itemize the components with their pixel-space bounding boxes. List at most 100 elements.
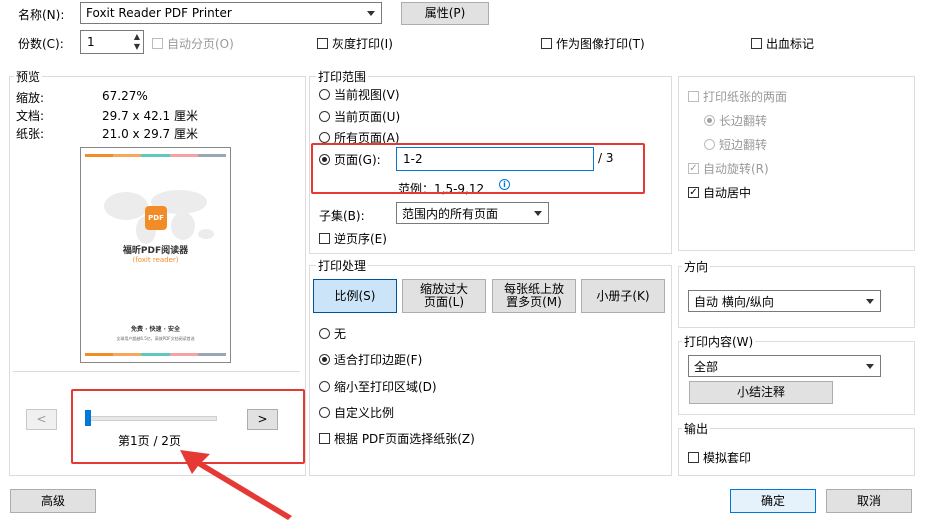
chevron-down-icon <box>866 364 874 369</box>
previous-page-button[interactable]: < <box>26 409 57 430</box>
radio-dot <box>319 89 330 100</box>
printer-name-label: 名称(N): <box>18 8 65 22</box>
subset-select[interactable]: 范围内的所有页面 <box>396 202 549 224</box>
tab-scale[interactable]: 比例(S) <box>313 279 397 313</box>
long-edge-radio[interactable]: 长边翻转 <box>704 112 767 129</box>
radio-dot <box>319 381 330 392</box>
checkbox-box <box>688 452 699 463</box>
copies-value: 1 <box>87 35 95 49</box>
thumbnail-subtitle: (foxit reader) <box>132 256 179 264</box>
summarize-comments-button[interactable]: 小结注释 <box>689 381 833 404</box>
cancel-button[interactable]: 取消 <box>826 489 912 513</box>
choose-paper-label: 根据 PDF页面选择纸张(Z) <box>334 432 475 446</box>
print-content-title: 打印内容(W) <box>682 333 756 350</box>
simulate-overprint-checkbox[interactable]: 模拟套印 <box>688 449 751 466</box>
thumbnail-tagline: 免费 · 快速 · 安全 <box>131 326 180 333</box>
simulate-overprint-label: 模拟套印 <box>703 451 752 465</box>
advanced-button[interactable]: 高级 <box>10 489 96 513</box>
current-page-radio[interactable]: 当前页面(U) <box>319 108 400 125</box>
chevron-down-icon[interactable]: ▼ <box>134 42 140 52</box>
thumbnail-color-bar <box>85 154 227 157</box>
printer-name-value: Foxit Reader PDF Printer <box>86 6 232 20</box>
radio-dot <box>319 132 330 143</box>
reverse-pages-label: 逆页序(E) <box>334 232 387 246</box>
chevron-down-icon <box>866 299 874 304</box>
custom-scale-label: 自定义比例 <box>334 406 395 420</box>
auto-rotate-label: 自动旋转(R) <box>703 162 769 176</box>
shrink-radio[interactable]: 缩小至打印区域(D) <box>319 378 437 395</box>
document-size-label: 文档: <box>16 109 45 123</box>
shrink-label: 缩小至打印区域(D) <box>334 380 437 394</box>
radio-dot <box>704 139 715 150</box>
grayscale-checkbox[interactable]: 灰度打印(I) <box>317 35 393 52</box>
orientation-select[interactable]: 自动 横向/纵向 <box>688 290 881 312</box>
properties-button[interactable]: 属性(P) <box>401 2 489 25</box>
tab-multiple-pages[interactable]: 每张纸上放 置多页(M) <box>492 279 576 313</box>
radio-dot <box>319 111 330 122</box>
short-edge-radio[interactable]: 短边翻转 <box>704 136 767 153</box>
checkbox-box <box>152 38 163 49</box>
checkbox-box <box>541 38 552 49</box>
chevron-up-icon[interactable]: ▲ <box>134 32 140 42</box>
custom-scale-radio[interactable]: 自定义比例 <box>319 404 394 421</box>
scale-none-radio[interactable]: 无 <box>319 325 346 342</box>
radio-dot-selected <box>319 354 330 365</box>
paper-size-value: 21.0 x 29.7 厘米 <box>102 127 198 141</box>
auto-center-checkbox[interactable]: ✓ 自动居中 <box>688 184 751 201</box>
paper-size-label: 纸张: <box>16 127 45 141</box>
chevron-down-icon <box>367 11 375 16</box>
long-edge-label: 长边翻转 <box>719 114 768 128</box>
reverse-pages-checkbox[interactable]: 逆页序(E) <box>319 230 387 247</box>
checkbox-box <box>688 91 699 102</box>
current-page-label: 当前页面(U) <box>334 110 401 124</box>
thumbnail-color-bar-bottom <box>85 353 227 356</box>
bleed-marks-label: 出血标记 <box>766 37 815 51</box>
chevron-down-icon <box>534 211 542 216</box>
checkbox-box <box>317 38 328 49</box>
document-size-value: 29.7 x 42.1 厘米 <box>102 109 198 123</box>
preview-title: 预览 <box>14 68 43 85</box>
short-edge-label: 短边翻转 <box>719 138 768 152</box>
tab-booklet[interactable]: 小册子(K) <box>581 279 665 313</box>
printer-name-select[interactable]: Foxit Reader PDF Printer <box>80 2 382 24</box>
fit-margins-radio[interactable]: 适合打印边距(F) <box>319 351 422 368</box>
checkmark-icon: ✓ <box>688 162 699 174</box>
red-arrow-annotation <box>180 450 292 520</box>
auto-center-label: 自动居中 <box>703 186 752 200</box>
page-thumbnail: PDF 福昕PDF阅读器 (foxit reader) 免费 · 快速 · 安全… <box>80 147 231 363</box>
zoom-label: 缩放: <box>16 91 45 105</box>
collate-label: 自动分页(O) <box>167 37 234 51</box>
checkbox-box <box>319 433 330 444</box>
radio-dot <box>319 407 330 418</box>
checkbox-box <box>319 233 330 244</box>
copies-stepper[interactable]: 1 ▲ ▼ <box>80 30 144 54</box>
highlight-box-page-range <box>311 143 645 194</box>
grayscale-label: 灰度打印(I) <box>332 37 393 51</box>
radio-dot-selected <box>704 115 715 126</box>
choose-paper-checkbox[interactable]: 根据 PDF页面选择纸张(Z) <box>319 430 475 447</box>
orientation-value: 自动 横向/纵向 <box>694 294 774 309</box>
collate-checkbox[interactable]: 自动分页(O) <box>152 35 234 52</box>
current-view-label: 当前视图(V) <box>334 88 400 102</box>
print-as-image-label: 作为图像打印(T) <box>556 37 645 51</box>
scale-none-label: 无 <box>334 327 347 341</box>
print-as-image-checkbox[interactable]: 作为图像打印(T) <box>541 35 645 52</box>
fit-margins-label: 适合打印边距(F) <box>334 353 423 367</box>
ok-button[interactable]: 确定 <box>730 489 816 513</box>
divider <box>13 371 300 372</box>
thumbnail-product-name: 福昕PDF阅读器 <box>122 246 189 256</box>
print-content-select[interactable]: 全部 <box>688 355 881 377</box>
bleed-marks-checkbox[interactable]: 出血标记 <box>751 35 814 52</box>
print-content-value: 全部 <box>694 359 719 374</box>
current-view-radio[interactable]: 当前视图(V) <box>319 86 400 103</box>
auto-rotate-checkbox[interactable]: ✓ 自动旋转(R) <box>688 160 769 177</box>
checkmark-icon: ✓ <box>688 186 699 198</box>
tab-fit-oversized[interactable]: 缩放过大 页面(L) <box>402 279 486 313</box>
zoom-value: 67.27% <box>102 89 148 103</box>
duplex-label: 打印纸张的两面 <box>703 90 788 104</box>
subset-label: 子集(B): <box>319 209 365 223</box>
orientation-title: 方向 <box>682 258 711 275</box>
duplex-checkbox[interactable]: 打印纸张的两面 <box>688 88 787 105</box>
foxit-logo-icon: PDF <box>145 206 167 230</box>
print-range-title: 打印范围 <box>316 68 369 85</box>
